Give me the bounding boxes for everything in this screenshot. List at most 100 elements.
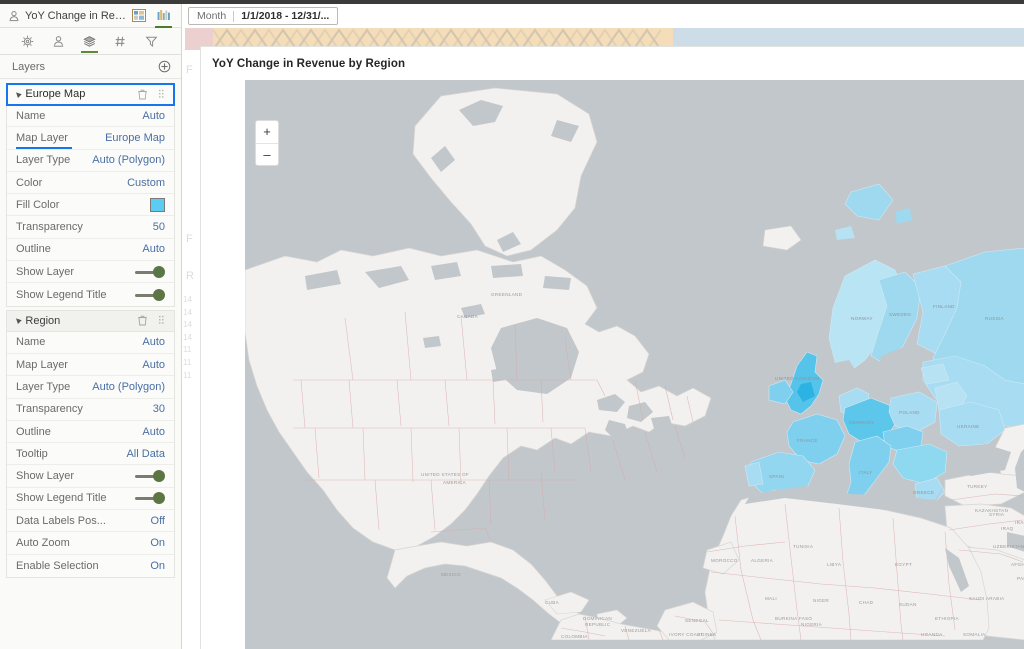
property-value[interactable]: All Data xyxy=(126,448,165,460)
delete-icon[interactable] xyxy=(135,87,149,101)
svg-text:POLAND: POLAND xyxy=(899,410,920,415)
property-key: Transparency xyxy=(16,221,83,233)
zoom-in-button[interactable]: + xyxy=(256,121,278,144)
layer-card-region: ◀ Region xyxy=(6,310,175,578)
svg-text:EGYPT: EGYPT xyxy=(895,562,912,567)
property-key: Data Labels Pos... xyxy=(16,515,106,527)
property-row-enable-selection[interactable]: Enable Selection On xyxy=(7,555,174,577)
fill-color-swatch[interactable] xyxy=(150,198,165,212)
svg-text:CHAD: CHAD xyxy=(859,600,874,605)
property-row-name[interactable]: Name Auto xyxy=(7,105,174,127)
svg-text:CANADA: CANADA xyxy=(457,314,479,319)
show-layer-toggle[interactable] xyxy=(135,266,165,278)
svg-text:BURKINA FASO: BURKINA FASO xyxy=(775,616,812,621)
property-row-map-layer[interactable]: Map Layer Auto xyxy=(7,354,174,376)
property-row-map-layer[interactable]: Map Layer Europe Map xyxy=(7,127,174,149)
svg-text:KAZAKHSTAN: KAZAKHSTAN xyxy=(975,508,1008,513)
ghost-label-f1: F xyxy=(186,64,193,76)
layers-list[interactable]: ◀ Europe Map xyxy=(0,80,181,649)
property-value[interactable]: Auto xyxy=(142,426,165,438)
property-row-data-labels-position[interactable]: Data Labels Pos... Off xyxy=(7,510,174,532)
property-value[interactable]: Auto xyxy=(142,243,165,255)
property-row-show-layer[interactable]: Show Layer xyxy=(7,261,174,283)
ghost-label-f2: F xyxy=(186,233,193,245)
property-value[interactable]: Off xyxy=(151,515,165,527)
property-row-transparency[interactable]: Transparency 50 xyxy=(7,216,174,238)
property-value[interactable]: Auto xyxy=(142,359,165,371)
collapse-caret-icon[interactable]: ◀ xyxy=(13,90,22,99)
property-value[interactable]: Auto xyxy=(142,110,165,122)
layer-header-europe-map[interactable]: ◀ Europe Map xyxy=(7,84,174,105)
property-value[interactable]: 50 xyxy=(153,221,165,233)
dashboard-icon[interactable] xyxy=(131,8,146,23)
application-window: YoY Change in Reve... xyxy=(0,0,1024,649)
ghost-label-r: R xyxy=(186,270,194,282)
gear-icon[interactable] xyxy=(12,28,43,54)
world-map-svg[interactable]: CANADA UNITED STATES OF AMERICA MEXICO C… xyxy=(245,80,1024,640)
property-row-outline[interactable]: Outline Auto xyxy=(7,421,174,443)
svg-text:SWEDEN: SWEDEN xyxy=(889,312,911,317)
property-value[interactable]: Custom xyxy=(127,177,165,189)
property-value[interactable]: Auto (Polygon) xyxy=(92,154,165,166)
svg-text:MEXICO: MEXICO xyxy=(441,572,461,577)
property-value[interactable]: On xyxy=(150,537,165,549)
svg-text:UNITED KINGDOM: UNITED KINGDOM xyxy=(775,376,820,381)
layer-name-label: Region xyxy=(25,315,60,327)
svg-text:TUNISIA: TUNISIA xyxy=(793,544,814,549)
property-value[interactable]: On xyxy=(150,560,165,572)
property-row-name[interactable]: Name Auto xyxy=(7,332,174,354)
svg-text:REPUBLIC: REPUBLIC xyxy=(585,622,611,627)
drag-handle-icon[interactable] xyxy=(154,314,168,328)
layers-icon[interactable] xyxy=(74,28,105,54)
property-value[interactable]: 30 xyxy=(153,403,165,415)
property-row-color[interactable]: Color Custom xyxy=(7,172,174,194)
filter-bar: Month 1/1/2018 - 12/31/... xyxy=(183,4,1024,28)
property-key: Auto Zoom xyxy=(16,537,70,549)
property-row-transparency[interactable]: Transparency 30 xyxy=(7,399,174,421)
drag-handle-icon[interactable] xyxy=(154,87,168,101)
person-icon[interactable] xyxy=(43,28,74,54)
active-tab[interactable]: YoY Change in Reve... xyxy=(0,10,131,22)
property-row-fill-color[interactable]: Fill Color xyxy=(7,194,174,216)
property-value[interactable]: Europe Map xyxy=(105,132,165,144)
filter-icon[interactable] xyxy=(136,28,167,54)
svg-text:IRAQ: IRAQ xyxy=(1001,526,1014,531)
property-row-show-legend-title[interactable]: Show Legend Title xyxy=(7,283,174,305)
svg-text:SENEGAL: SENEGAL xyxy=(685,618,709,623)
property-row-layer-type[interactable]: Layer Type Auto (Polygon) xyxy=(7,150,174,172)
map-zoom-controls: + – xyxy=(255,120,279,166)
map-viewport[interactable]: + – xyxy=(245,80,1024,649)
property-row-show-layer[interactable]: Show Layer xyxy=(7,465,174,487)
property-value[interactable]: Auto (Polygon) xyxy=(92,381,165,393)
show-legend-title-toggle[interactable] xyxy=(135,492,165,504)
property-row-show-legend-title[interactable]: Show Legend Title xyxy=(7,488,174,510)
show-legend-title-toggle[interactable] xyxy=(135,289,165,301)
chart-icon[interactable] xyxy=(156,8,171,23)
dashboard-canvas: F F R 14141414111111 YoY Change in Reven… xyxy=(183,28,1024,649)
property-row-outline[interactable]: Outline Auto xyxy=(7,239,174,261)
layers-title: Layers xyxy=(12,61,45,73)
property-key: Tooltip xyxy=(16,448,48,460)
svg-text:CUBA: CUBA xyxy=(545,600,560,605)
workspace: Month 1/1/2018 - 12/31/... xyxy=(183,4,1024,649)
collapse-caret-icon[interactable]: ◀ xyxy=(13,316,22,325)
property-row-auto-zoom[interactable]: Auto Zoom On xyxy=(7,532,174,554)
add-layer-icon[interactable] xyxy=(158,60,171,73)
property-key: Map Layer xyxy=(16,132,68,144)
svg-text:TURKEY: TURKEY xyxy=(967,484,987,489)
svg-text:SPAIN: SPAIN xyxy=(769,474,784,479)
property-row-layer-type[interactable]: Layer Type Auto (Polygon) xyxy=(7,376,174,398)
month-filter-chip[interactable]: Month 1/1/2018 - 12/31/... xyxy=(188,7,338,25)
show-layer-toggle[interactable] xyxy=(135,470,165,482)
map-title: YoY Change in Revenue by Region xyxy=(212,58,405,70)
property-row-tooltip[interactable]: Tooltip All Data xyxy=(7,443,174,465)
layer-header-region[interactable]: ◀ Region xyxy=(7,311,174,332)
svg-text:FINLAND: FINLAND xyxy=(933,304,955,309)
svg-text:GREENLAND: GREENLAND xyxy=(491,292,523,297)
delete-icon[interactable] xyxy=(135,314,149,328)
svg-text:UGANDA: UGANDA xyxy=(921,632,943,637)
property-value[interactable]: Auto xyxy=(142,336,165,348)
hash-icon[interactable] xyxy=(105,28,136,54)
tab-title: YoY Change in Reve... xyxy=(25,10,129,22)
zoom-out-button[interactable]: – xyxy=(256,144,278,166)
